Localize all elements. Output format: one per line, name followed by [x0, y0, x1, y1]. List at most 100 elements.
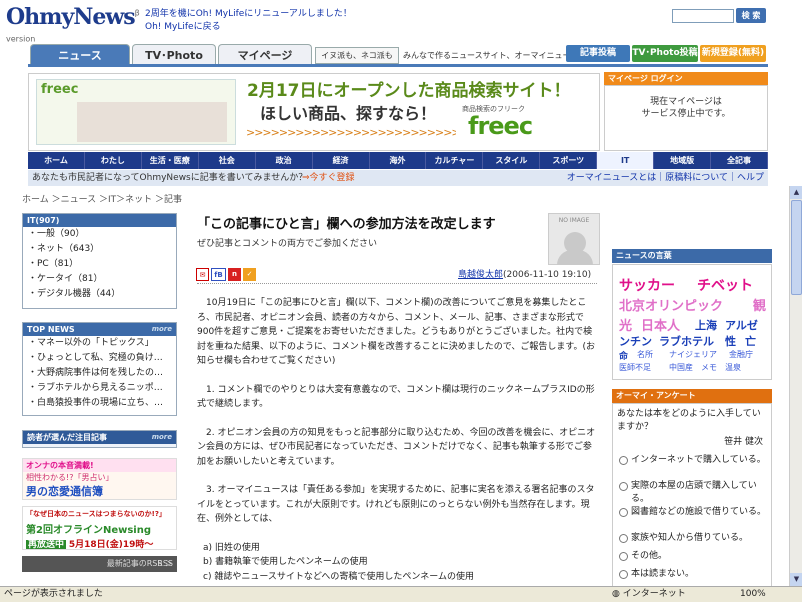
keyword[interactable]: アルゼ [725, 317, 758, 333]
keyword[interactable]: サッカー [619, 275, 675, 295]
category-it[interactable]: IT [597, 152, 655, 169]
category-all[interactable]: 全記事 [711, 152, 768, 169]
rss-link[interactable]: 最新記事のRSS ＞ [107, 556, 173, 572]
category-regional[interactable]: 地域版 [654, 152, 712, 169]
radio-icon[interactable] [619, 570, 628, 579]
category-style[interactable]: スタイル [483, 152, 541, 169]
radio-icon[interactable] [619, 534, 628, 543]
fortune-ad-line1: オンナの本音満載! [23, 459, 176, 472]
picked-more[interactable]: more [152, 431, 172, 444]
scroll-up-icon[interactable]: ▲ [790, 186, 802, 199]
keyword[interactable]: チベット [697, 275, 753, 295]
top-news-item[interactable]: ・ひょっとして私、究極の負け… [23, 351, 176, 366]
enquete-option[interactable]: 実際の本屋の店頭で購入している。 [619, 480, 769, 506]
keyword[interactable]: 亡 [745, 333, 756, 349]
keyword[interactable]: メモ [701, 362, 717, 373]
post-article-button[interactable]: 記事投稿 [566, 45, 630, 62]
enquete-option[interactable]: 家族や知人から借りている。 [619, 532, 769, 545]
enquete-option[interactable]: その他。 [619, 550, 769, 563]
keyword[interactable]: 医師不足 [619, 362, 651, 373]
tab-mypage[interactable]: マイページ [218, 44, 312, 65]
top-news-item[interactable]: ・白島猿投事件の現場に立ち、… [23, 396, 176, 411]
vertical-scrollbar[interactable]: ▲ ▼ [789, 186, 802, 586]
it-subcategory[interactable]: ・一般（90） [23, 227, 176, 242]
body-list-item: c) 雑誌やニュースサイトなどへの寄稿で使用したペンネームの使用 [203, 571, 474, 582]
it-category-header[interactable]: IT(907) [23, 214, 176, 227]
radio-icon[interactable] [619, 482, 628, 491]
category-society[interactable]: 社会 [199, 152, 256, 169]
keyword[interactable]: 名所 [637, 349, 653, 360]
keyword[interactable]: ンチン [619, 333, 652, 349]
keyword[interactable]: 金融庁 [729, 349, 753, 360]
rss-bar[interactable]: RSS 最新記事のRSS ＞ [22, 556, 177, 572]
help-links[interactable]: オーマイニュースとは｜原稿料について｜ヘルプ [567, 170, 764, 186]
mail-icon[interactable]: ✉ [196, 268, 209, 281]
search-button[interactable]: 検 索 [736, 8, 766, 23]
register-button[interactable]: 新規登録(無料) [700, 45, 766, 62]
category-watashi[interactable]: わたし [85, 152, 142, 169]
top-news-box: TOP NEWS more ・マネー以外の「トピックス」 ・ひょっとして私、究極の… [22, 322, 177, 416]
category-nav: ホーム わたし 生活・医療 社会 政治 経済 海外 カルチャー スタイル スポー… [28, 152, 768, 169]
status-zone: ◍ インターネット [612, 589, 686, 599]
banner-thumbnail[interactable]: freec [36, 79, 236, 145]
browser-status-bar: ページが表示されました ◍ インターネット 100% [0, 586, 802, 602]
category-culture[interactable]: カルチャー [426, 152, 484, 169]
breadcrumb[interactable]: ホーム ＞ニュース ＞IT＞ネット ＞記事 [22, 192, 182, 205]
slogan-box: イヌ派も、ネコ派も [315, 47, 399, 64]
zoom-level[interactable]: 100% [740, 587, 766, 602]
top-news-item[interactable]: ・大野病院事件は何を残したの… [23, 366, 176, 381]
avatar-body-icon [557, 250, 593, 265]
scroll-down-icon[interactable]: ▼ [790, 573, 802, 586]
tab-tv-photo[interactable]: TV･Photo [132, 44, 216, 65]
category-economy[interactable]: 経済 [313, 152, 370, 169]
radio-icon[interactable] [619, 552, 628, 561]
it-subcategory[interactable]: ・PC（81） [23, 257, 176, 272]
search-input[interactable] [672, 9, 734, 23]
scroll-thumb[interactable] [791, 200, 802, 295]
tab-news[interactable]: ニュース [30, 44, 130, 65]
keyword[interactable]: 上海 [695, 317, 717, 333]
author-link[interactable]: 島越俊太郎 [458, 270, 503, 280]
fortune-ad[interactable]: オンナの本音満載! 相性わかる!?「男占い」 男の恋愛通信簿 [22, 458, 177, 500]
post-tv-photo-button[interactable]: TV･Photo投稿 [632, 45, 698, 62]
category-home[interactable]: ホーム [28, 152, 85, 169]
keyword[interactable]: 日本人 [641, 315, 680, 334]
keyword[interactable]: ナイジェリア [669, 349, 717, 360]
keyword[interactable]: 中国産 [669, 362, 693, 373]
category-overseas[interactable]: 海外 [370, 152, 427, 169]
keyword[interactable]: 北京オリンピック [619, 295, 723, 314]
newsing-ad[interactable]: 「なぜ日本のニュースはつまらないのか!?」 第2回オフラインNewsing 再放… [22, 506, 177, 550]
check-icon[interactable]: ✓ [243, 268, 256, 281]
newsing-icon[interactable]: n [228, 268, 241, 281]
enquete-option[interactable]: インターネットで購入している。 [619, 454, 769, 467]
it-subcategory[interactable]: ・ネット（643） [23, 242, 176, 257]
keyword[interactable]: 観 [753, 295, 766, 314]
announce-line[interactable]: 2周年を機にOh! MyLifeにリニューアルしました！ [145, 8, 352, 21]
site-logo[interactable]: OhmyNewsβ version [6, 4, 141, 44]
mypage-login-header: マイページ ログイン [604, 72, 768, 85]
register-now-link[interactable]: ⇒今すぐ登録 [302, 170, 355, 186]
top-news-item[interactable]: ・ラブホテルから見えるニッポ… [23, 381, 176, 396]
keyword[interactable]: 光 [619, 315, 632, 334]
enquete-option[interactable]: 図書館などの施設で借りている。 [619, 506, 769, 519]
it-subcategory[interactable]: ・ケータイ（81） [23, 272, 176, 287]
enquete-option[interactable]: 本は読まない。 [619, 568, 769, 581]
category-life-medical[interactable]: 生活・医療 [142, 152, 199, 169]
keyword[interactable]: ラブホテル [659, 333, 714, 349]
it-subcategory[interactable]: ・デジタル機器（44） [23, 287, 176, 302]
radio-icon[interactable] [619, 508, 628, 517]
announce-back-link[interactable]: Oh! MyLifeに戻る [145, 21, 352, 34]
category-sports[interactable]: スポーツ [540, 152, 598, 169]
keyword[interactable]: 命 [619, 349, 628, 362]
keywords-header: ニュースの言葉 [612, 249, 772, 263]
bookmark-icon[interactable]: fB [211, 268, 226, 281]
status-text: ページが表示されました [4, 589, 103, 599]
radio-icon[interactable] [619, 456, 628, 465]
keyword[interactable]: 温泉 [725, 362, 741, 373]
announcement[interactable]: 2周年を機にOh! MyLifeにリニューアルしました！ Oh! MyLifeに… [145, 8, 352, 34]
keyword[interactable]: 性 [725, 333, 736, 349]
top-news-more[interactable]: more [152, 323, 172, 336]
category-politics[interactable]: 政治 [256, 152, 313, 169]
top-news-item[interactable]: ・マネー以外の「トピックス」 [23, 336, 176, 351]
sub-bar: あなたも市民記者になってOhmyNewsに記事を書いてみませんか？ ⇒今すぐ登録… [28, 170, 768, 186]
